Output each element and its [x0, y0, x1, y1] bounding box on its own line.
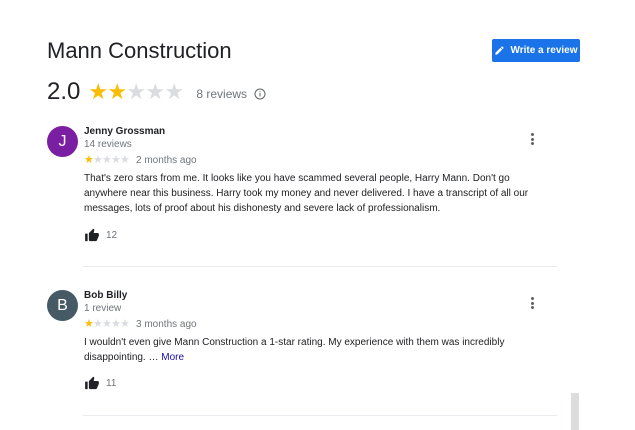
- star-icon: ★: [102, 318, 112, 330]
- more-link[interactable]: More: [161, 352, 184, 363]
- reviewer-name[interactable]: Jenny Grossman: [84, 126, 165, 137]
- divider: [83, 415, 557, 416]
- review-stars: ★ ★ ★ ★ ★: [84, 318, 130, 330]
- reviewer-name[interactable]: Bob Billy: [84, 290, 127, 301]
- star-icon: ★: [120, 154, 130, 166]
- more-options-icon[interactable]: [527, 131, 537, 147]
- info-icon[interactable]: [254, 88, 266, 100]
- star-icon: ★: [111, 154, 121, 166]
- review-text-body: That's zero stars from me. It looks like…: [84, 173, 529, 214]
- star-icon: ★: [93, 154, 103, 166]
- like-button[interactable]: 12: [84, 228, 117, 243]
- like-count: 11: [106, 378, 117, 389]
- star-icon: ★: [84, 154, 94, 166]
- more-options-icon[interactable]: [527, 295, 537, 311]
- star-icon: ★: [84, 318, 94, 330]
- star-icon: ★: [102, 154, 112, 166]
- review-text: That's zero stars from me. It looks like…: [84, 171, 549, 216]
- divider: [83, 266, 557, 267]
- reviews-count[interactable]: 8 reviews: [196, 87, 247, 101]
- thumbs-up-icon: [85, 228, 99, 242]
- star-icon: ★: [120, 318, 130, 330]
- review-item: B Bob Billy 1 review ★ ★ ★ ★ ★ 3 months ago …: [47, 290, 557, 400]
- review-date: 3 months ago: [136, 319, 197, 330]
- like-count: 12: [106, 230, 118, 241]
- avatar[interactable]: J: [47, 126, 78, 157]
- thumbs-up-icon: [85, 376, 99, 390]
- star-icon: ★: [164, 79, 185, 104]
- review-item: J Jenny Grossman 14 reviews ★ ★ ★ ★ ★ 2 mont…: [47, 126, 557, 256]
- overall-rating: 2.0 ★ ★ ★ ★ ★ 8 reviews: [47, 78, 266, 106]
- star-icon: ★: [88, 79, 109, 104]
- pencil-icon: [495, 46, 505, 55]
- star-icon: ★: [93, 318, 103, 330]
- reviewer-review-count: 14 reviews: [84, 139, 132, 150]
- review-date: 2 months ago: [136, 155, 197, 166]
- overall-stars: ★ ★ ★ ★ ★: [88, 79, 185, 104]
- rating-value: 2.0: [47, 78, 81, 105]
- write-review-button[interactable]: Write a review: [492, 39, 580, 62]
- avatar[interactable]: B: [47, 290, 78, 321]
- star-icon: ★: [145, 79, 166, 104]
- star-icon: ★: [111, 318, 121, 330]
- business-title: Mann Construction: [47, 38, 232, 63]
- star-icon: ★: [107, 79, 128, 104]
- scrollbar[interactable]: [571, 393, 579, 430]
- review-text-body: I wouldn't even give Mann Construction a…: [84, 337, 505, 363]
- star-icon: ★: [126, 79, 147, 104]
- like-button[interactable]: 11: [84, 376, 116, 391]
- reviewer-review-count: 1 review: [84, 303, 122, 314]
- write-review-label: Write a review: [510, 45, 578, 56]
- review-text: I wouldn't even give Mann Construction a…: [84, 335, 549, 365]
- review-stars: ★ ★ ★ ★ ★: [84, 154, 130, 166]
